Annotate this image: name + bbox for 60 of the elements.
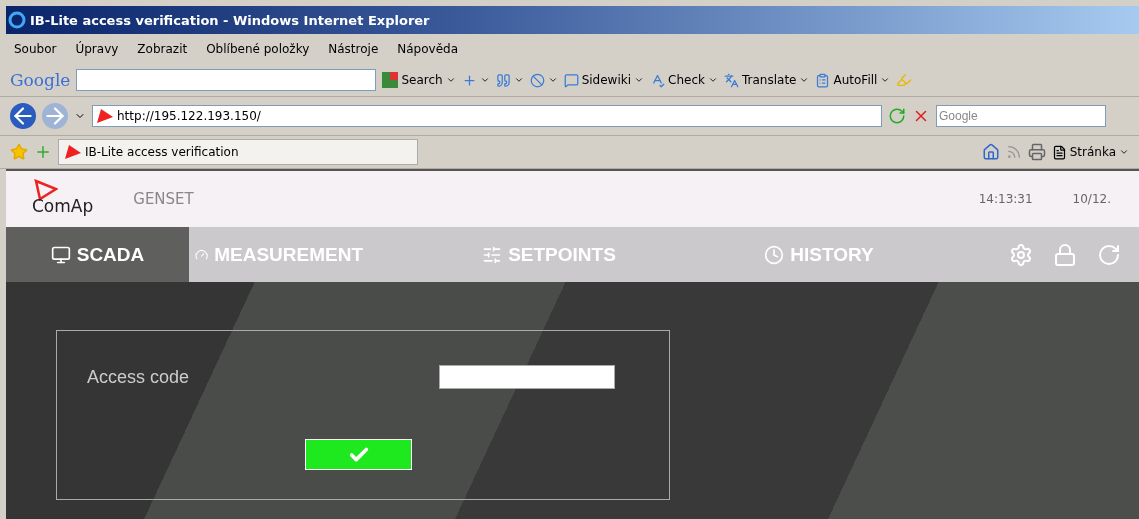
- caret-icon: [513, 75, 524, 85]
- device-name: GENSET: [133, 190, 195, 208]
- page-menu[interactable]: Stránka: [1051, 144, 1129, 160]
- forward-button[interactable]: [42, 103, 68, 129]
- menu-item[interactable]: Oblíbené položky: [206, 42, 310, 56]
- access-code-field[interactable]: [439, 365, 616, 389]
- settings-icon[interactable]: [1009, 242, 1033, 267]
- caret-icon: [547, 75, 558, 85]
- star-icon[interactable]: [10, 143, 28, 161]
- spellcheck-icon: [650, 72, 666, 88]
- add-favorite-icon[interactable]: [34, 143, 52, 161]
- refresh-button[interactable]: [888, 107, 906, 125]
- monitor-icon: [50, 244, 71, 265]
- site-logo-icon: [97, 109, 113, 123]
- sliders-icon: [482, 244, 503, 265]
- feed-icon[interactable]: [1005, 144, 1022, 160]
- menu-item[interactable]: Nápověda: [397, 42, 459, 56]
- caret-icon: [1119, 147, 1129, 157]
- toolbar-logo: Google: [10, 70, 71, 90]
- menu-item[interactable]: Soubor: [14, 42, 57, 56]
- date: 10/12.: [1072, 192, 1111, 206]
- site-logo-icon: [65, 145, 81, 159]
- search-field[interactable]: [76, 69, 377, 91]
- lock-icon[interactable]: [1053, 242, 1077, 267]
- highlighter-icon[interactable]: [896, 72, 913, 88]
- confirm-button[interactable]: [305, 439, 412, 470]
- field-label: Access code: [87, 366, 190, 388]
- toolbar-button[interactable]: Search: [382, 72, 456, 88]
- toolbar-button[interactable]: Check: [650, 72, 718, 88]
- translate-icon: [724, 72, 739, 88]
- caret-icon: [445, 75, 456, 85]
- clipboard-icon: [815, 72, 831, 88]
- toolbar-button[interactable]: Sidewiki: [563, 72, 645, 88]
- caret-icon: [708, 75, 718, 85]
- nav-tab[interactable]: SCADA: [6, 227, 189, 282]
- printer-icon[interactable]: [1027, 143, 1046, 161]
- caret-icon: [799, 75, 810, 85]
- menu-item[interactable]: Zobrazit: [137, 42, 188, 56]
- clock-icon: [764, 244, 785, 265]
- menu-item[interactable]: Úpravy: [75, 42, 119, 56]
- browser-tab[interactable]: IB-Lite access verification: [58, 139, 418, 165]
- address-field[interactable]: http://195.122.193.150/: [92, 105, 882, 127]
- clock-time: 14:13:31: [978, 192, 1033, 206]
- menu-item[interactable]: Nástroje: [328, 42, 379, 56]
- window-title: IB-Lite access verification - Windows Internet Explorer: [30, 12, 430, 28]
- toolbar-button[interactable]: Translate: [724, 72, 810, 88]
- home-icon[interactable]: [981, 143, 1000, 161]
- logo-icon: [34, 179, 58, 201]
- toolbar-button[interactable]: AutoFill: [815, 72, 891, 88]
- browser-logo-icon: [8, 11, 26, 29]
- google-g-icon: [382, 72, 399, 88]
- caret-icon: [479, 75, 490, 85]
- refresh-icon[interactable]: [1097, 242, 1121, 267]
- brand-name: ComAp: [32, 196, 94, 216]
- caret-icon: [880, 75, 891, 85]
- caret-icon: [634, 75, 645, 85]
- search-field[interactable]: Google: [936, 105, 1106, 127]
- speech-bubble-icon: [563, 72, 579, 88]
- document-icon: [1051, 144, 1067, 160]
- back-button[interactable]: [10, 103, 36, 129]
